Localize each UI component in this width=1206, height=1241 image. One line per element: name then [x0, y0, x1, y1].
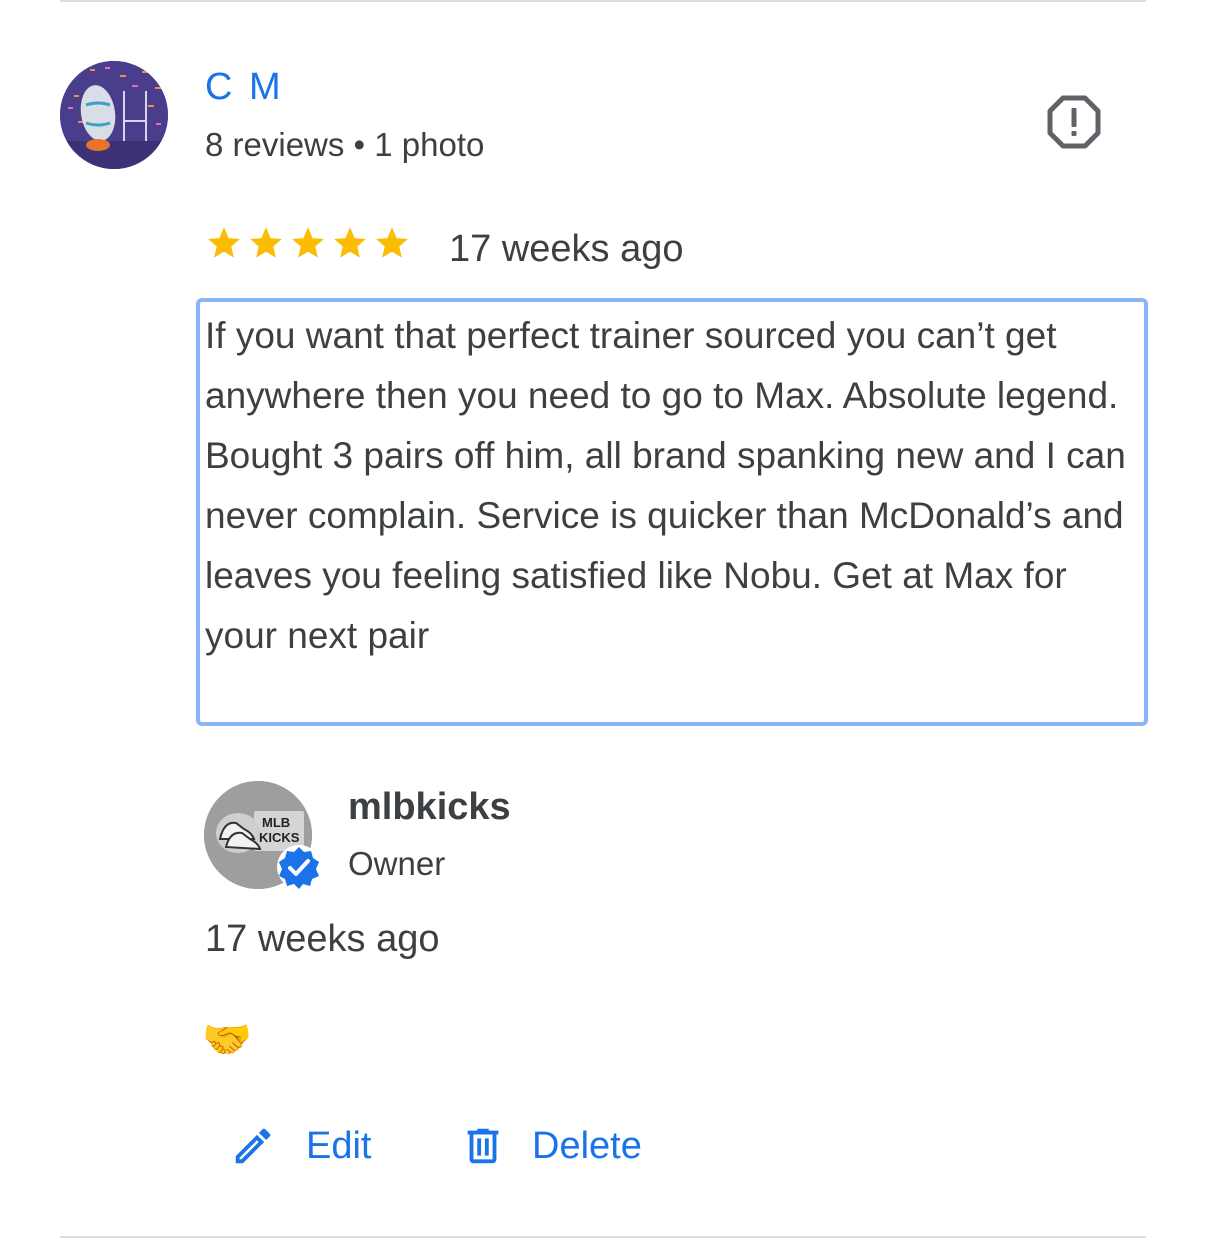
owner-logo-text-2: KICKS	[259, 830, 300, 845]
star-rating	[205, 224, 411, 268]
edit-button[interactable]: Edit	[230, 1118, 371, 1174]
star-icon	[208, 227, 240, 258]
star-icon	[334, 227, 366, 258]
top-divider	[60, 0, 1146, 2]
star-icon	[250, 227, 282, 258]
reviewer-name[interactable]: C M	[205, 66, 284, 109]
reviewer-meta: 8 reviews • 1 photo	[205, 126, 485, 163]
owner-logo-text-1: MLB	[262, 815, 290, 830]
owner-reply-text: 🤝	[202, 1018, 252, 1062]
edit-label: Edit	[306, 1124, 372, 1167]
star-icon	[292, 227, 324, 258]
owner-role: Owner	[348, 845, 446, 882]
pencil-icon	[235, 1128, 271, 1164]
delete-label: Delete	[532, 1124, 642, 1167]
verified-badge-icon	[277, 845, 321, 889]
owner-reply-time: 17 weeks ago	[205, 918, 440, 960]
review-text: If you want that perfect trainer sourced…	[205, 315, 1126, 656]
rugby-ball-avatar-icon	[60, 61, 168, 169]
owner-name: mlbkicks	[348, 786, 511, 828]
review-time: 17 weeks ago	[449, 228, 684, 270]
reviewer-avatar[interactable]	[60, 61, 168, 169]
report-icon[interactable]	[1046, 94, 1102, 150]
delete-button[interactable]: Delete	[460, 1118, 642, 1174]
trash-icon	[467, 1128, 499, 1164]
star-icon	[376, 227, 408, 258]
bottom-divider	[60, 1236, 1146, 1238]
